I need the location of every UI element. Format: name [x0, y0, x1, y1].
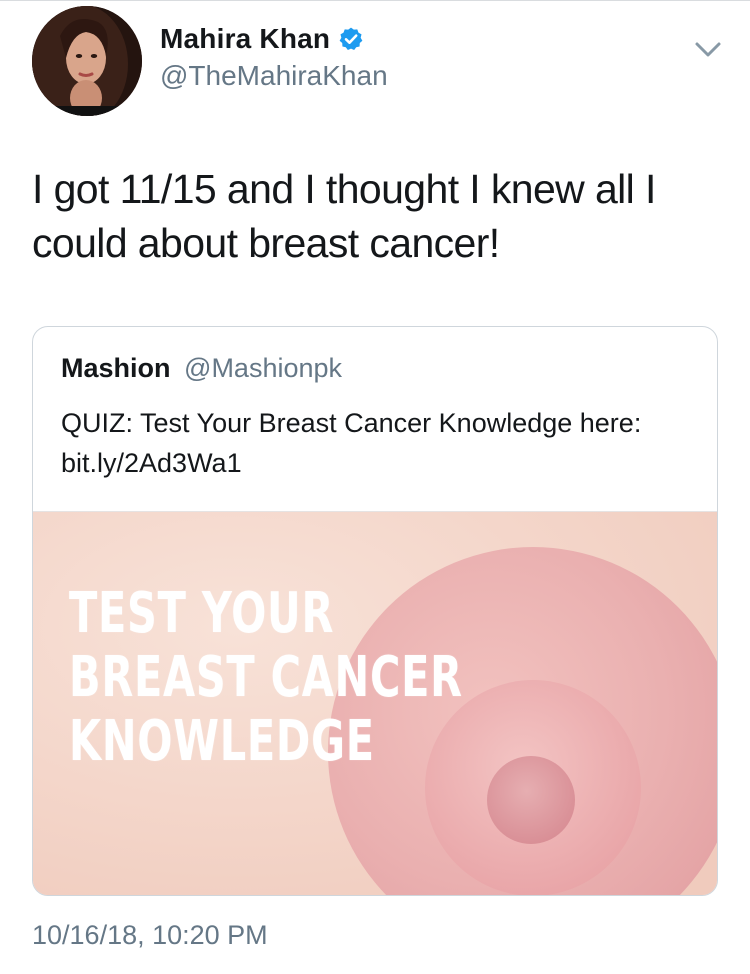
chevron-down-icon[interactable] [694, 40, 722, 60]
verified-badge-icon [338, 26, 364, 52]
tweet-timestamp[interactable]: 10/16/18, 10:20 PM [32, 920, 268, 951]
top-divider [0, 0, 750, 1]
media-title-text: TEST YOUR BREAST CANCER KNOWLEDGE [69, 582, 463, 774]
quoted-tweet-card[interactable]: Mashion @Mashionpk QUIZ: Test Your Breas… [32, 326, 718, 896]
media-title-line: TEST YOUR [69, 581, 335, 646]
quoted-media-image[interactable]: TEST YOUR BREAST CANCER KNOWLEDGE [33, 511, 717, 895]
quoted-tweet-header: Mashion @Mashionpk [61, 353, 342, 384]
quoted-author-handle: @Mashionpk [184, 353, 343, 383]
author-display-name[interactable]: Mahira Khan [160, 23, 330, 55]
author-names: Mahira Khan @TheMahiraKhan [160, 22, 388, 92]
display-name-row: Mahira Khan [160, 22, 388, 56]
tweet-header: Mahira Khan @TheMahiraKhan [32, 6, 732, 118]
avatar[interactable] [32, 6, 142, 116]
tweet-text: I got 11/15 and I thought I knew all I c… [32, 166, 656, 266]
media-title-line: BREAST CANCER [69, 645, 463, 710]
quoted-author-name: Mashion [61, 353, 171, 383]
quoted-tweet-text: QUIZ: Test Your Breast Cancer Knowledge … [61, 408, 642, 478]
media-title-line: KNOWLEDGE [69, 709, 375, 774]
author-handle[interactable]: @TheMahiraKhan [160, 60, 388, 92]
